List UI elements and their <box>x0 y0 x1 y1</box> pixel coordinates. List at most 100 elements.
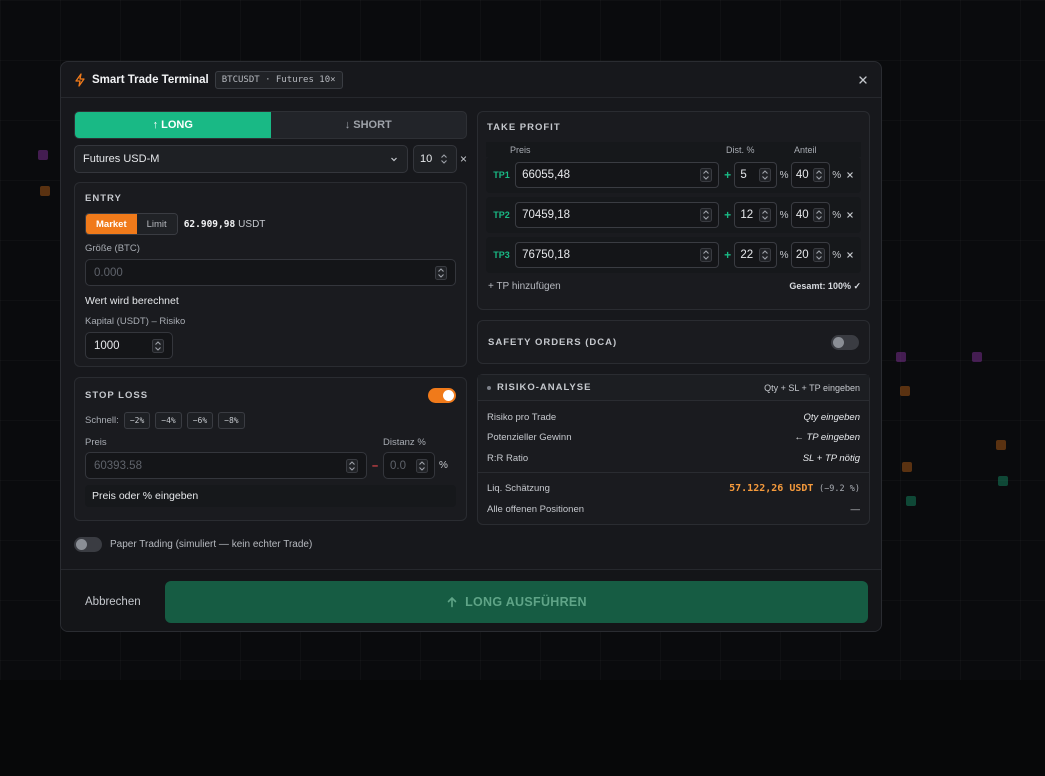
limit-mode-button[interactable]: Limit <box>136 214 177 234</box>
market-select-value: Futures USD-M <box>83 153 160 165</box>
stepper-icon[interactable] <box>759 247 772 263</box>
capital-input[interactable]: 1000 <box>85 332 173 359</box>
sl-price-placeholder: 60393.58 <box>94 459 142 472</box>
safety-orders-toggle[interactable] <box>831 334 859 350</box>
stepper-icon[interactable] <box>346 458 358 474</box>
stepper-icon[interactable] <box>435 265 447 281</box>
stop-loss-toggle[interactable] <box>428 388 456 403</box>
liq-label: Liq. Schätzung <box>487 483 550 495</box>
leverage-select[interactable]: 10 <box>412 145 457 173</box>
stepper-icon[interactable] <box>812 207 825 223</box>
short-button[interactable]: ↓ SHORT <box>271 112 467 138</box>
entry-price: 62.909,98 <box>183 218 236 230</box>
right-column: TAKE PROFIT Preis Dist. % Anteil TP1 660… <box>477 111 870 525</box>
quick-sl-4[interactable]: −4% <box>155 412 182 429</box>
tp-dist-input[interactable]: 12 <box>734 202 778 228</box>
liq-pct: (−9.2 %) <box>819 484 860 495</box>
status-dot-icon <box>487 385 491 390</box>
risk-row-label: Potenzieller Gewinn <box>487 432 572 444</box>
tp-share-input[interactable]: 40 <box>790 162 830 188</box>
tp-dist-value: 12 <box>740 209 754 221</box>
risk-row-label: Risiko pro Trade <box>487 411 557 423</box>
tp-share-value: 20 <box>795 249 809 261</box>
quick-sl-2[interactable]: −2% <box>123 412 151 429</box>
stepper-icon[interactable] <box>699 247 712 263</box>
sl-distance-placeholder: 0.0 <box>390 459 406 472</box>
quick-sl-8[interactable]: −8% <box>218 412 245 429</box>
remove-tp-icon[interactable] <box>843 171 857 179</box>
sl-distance-input[interactable]: 0.0 <box>383 452 435 479</box>
background-table <box>0 680 1045 776</box>
remove-tp-icon[interactable] <box>843 211 857 219</box>
take-profit-title: TAKE PROFIT <box>487 122 561 133</box>
stepper-icon[interactable] <box>416 458 428 474</box>
risk-row: R:R Ratio SL + TP nötig <box>487 448 860 469</box>
stepper-icon[interactable] <box>812 247 825 263</box>
tp-share-value: 40 <box>795 209 809 221</box>
sl-price-input[interactable]: 60393.58 <box>85 452 367 479</box>
open-positions-label: Alle offenen Positionen <box>487 503 585 515</box>
entry-price-unit: USDT <box>238 218 266 230</box>
plus-sign: + <box>724 248 732 262</box>
risk-title: RISIKO-ANALYSE <box>497 382 592 393</box>
stepper-icon[interactable] <box>152 338 164 354</box>
percent-sign: % <box>779 249 789 261</box>
safety-orders-panel: SAFETY ORDERS (DCA) <box>477 320 870 364</box>
stop-loss-panel: STOP LOSS Schnell: −2% −4% −6% −8% Preis… <box>74 377 467 521</box>
remove-leverage-icon[interactable]: × <box>460 152 467 166</box>
quick-sl-6[interactable]: −6% <box>186 412 214 429</box>
chevron-down-icon <box>389 154 399 164</box>
stepper-icon[interactable] <box>699 167 712 183</box>
stepper-icon[interactable] <box>759 207 772 223</box>
cancel-button[interactable]: Abbrechen <box>85 596 165 608</box>
size-label: Größe (BTC) <box>85 243 140 254</box>
tp-share-input[interactable]: 20 <box>790 242 830 268</box>
capital-value: 1000 <box>94 339 120 352</box>
long-button[interactable]: ↑ LONG <box>75 112 271 138</box>
paper-trading-label: Paper Trading (simuliert — kein echter T… <box>110 539 313 550</box>
tp-dist-value: 22 <box>740 249 754 261</box>
size-input[interactable]: 0.000 <box>85 259 456 286</box>
entry-panel: ENTRY Market Limit 62.909,98 USDT Größe … <box>74 182 467 367</box>
tp-price-input[interactable]: 76750,18 <box>515 242 719 268</box>
background-candle <box>996 440 1006 450</box>
background-candle <box>38 150 48 160</box>
sl-hint: Preis oder % eingeben <box>85 485 456 507</box>
add-tp-button[interactable]: + TP hinzufügen <box>488 281 561 292</box>
percent-sign: % <box>779 169 789 181</box>
tp-share-input[interactable]: 40 <box>790 202 830 228</box>
stepper-icon[interactable] <box>812 167 825 183</box>
market-select[interactable]: Futures USD-M <box>74 145 408 173</box>
background-candle <box>896 352 906 362</box>
execute-long-button[interactable]: LONG AUSFÜHREN <box>165 580 868 623</box>
background-candle <box>900 386 910 396</box>
entry-title: ENTRY <box>85 193 122 204</box>
stop-loss-title: STOP LOSS <box>85 390 149 401</box>
stepper-icon[interactable] <box>759 167 772 183</box>
tp-price-input[interactable]: 66055,48 <box>515 162 719 188</box>
tp-total: Gesamt: 100% ✓ <box>789 281 861 291</box>
sl-price-label: Preis <box>85 437 107 448</box>
percent-sign: % <box>779 209 789 221</box>
modal-title: Smart Trade Terminal <box>92 73 209 86</box>
tp-label: TP2 <box>493 210 510 220</box>
percent-sign: % <box>832 249 842 261</box>
paper-trading-toggle[interactable] <box>74 537 102 552</box>
market-mode-button[interactable]: Market <box>86 214 137 234</box>
stepper-icon[interactable] <box>699 207 712 223</box>
risk-panel: RISIKO-ANALYSE Qty + SL + TP eingeben Ri… <box>477 374 870 525</box>
tp-dist-input[interactable]: 22 <box>734 242 778 268</box>
safety-orders-title: SAFETY ORDERS (DCA) <box>488 336 618 348</box>
remove-tp-icon[interactable] <box>843 251 857 259</box>
tp-dist-input[interactable]: 5 <box>734 162 778 188</box>
percent-sign: % <box>832 169 842 181</box>
quick-label: Schnell: <box>85 415 119 426</box>
minus-sign: – <box>371 459 379 472</box>
tp-col-share: Anteil <box>794 144 817 155</box>
close-icon[interactable] <box>857 74 869 86</box>
risk-row-value: SL + TP nötig <box>802 452 860 464</box>
liq-value: 57.122,26 USDT <box>729 483 814 495</box>
plus-sign: + <box>724 208 732 222</box>
background-candle <box>902 462 912 472</box>
tp-price-input[interactable]: 70459,18 <box>515 202 719 228</box>
